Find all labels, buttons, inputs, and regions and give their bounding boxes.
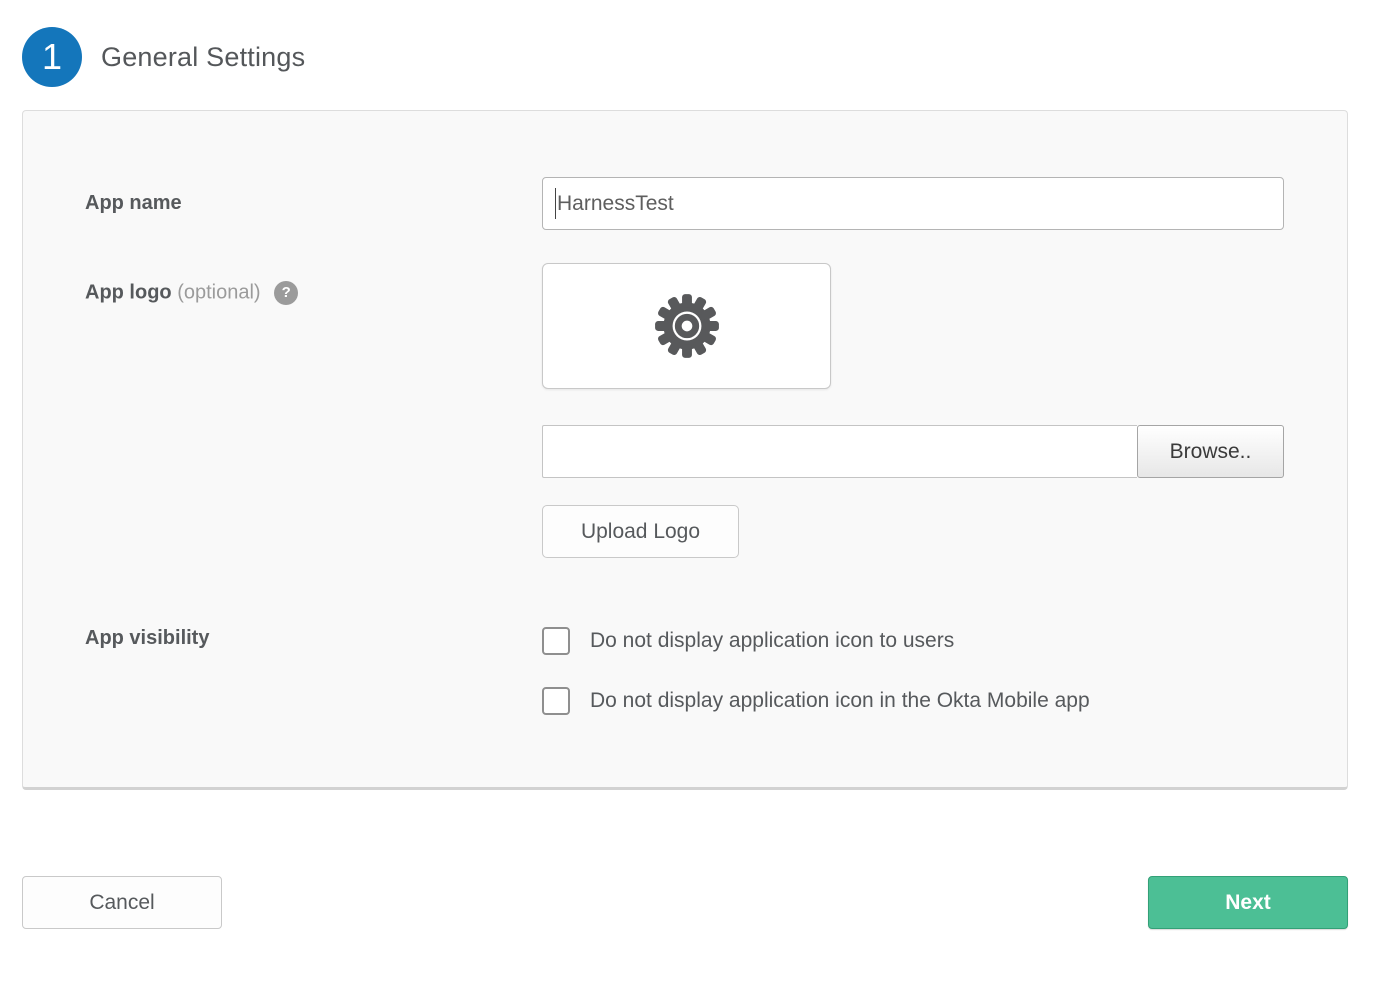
general-settings-page: 1 General Settings App name App logo (op… [0,0,1388,929]
app-visibility-label: App visibility [23,627,542,715]
logo-preview-box [542,263,831,389]
visibility-option-users[interactable]: Do not display application icon to users [542,627,1090,655]
question-mark-icon[interactable]: ? [274,281,298,305]
logo-file-path-field[interactable] [542,425,1137,478]
wizard-footer: Cancel Next [22,876,1348,929]
gear-icon [649,288,725,364]
app-name-input[interactable] [542,177,1284,230]
step-number-badge: 1 [22,27,82,87]
app-logo-label: App logo (optional) ? [23,263,542,389]
checkbox-hide-icon-users[interactable] [542,627,570,655]
cancel-button[interactable]: Cancel [22,876,222,929]
app-name-row: App name [23,177,1347,230]
browse-button[interactable]: Browse.. [1137,425,1284,478]
general-settings-panel: App name App logo (optional) ? [22,110,1348,790]
page-title: General Settings [101,42,305,73]
visibility-option-okta-mobile[interactable]: Do not display application icon in the O… [542,687,1090,715]
text-caret [555,188,556,219]
step-header: 1 General Settings [22,27,1388,87]
upload-logo-button[interactable]: Upload Logo [542,505,739,558]
checkbox-hide-icon-okta-mobile[interactable] [542,687,570,715]
app-logo-row: App logo (optional) ? [23,263,1347,389]
checkbox-label[interactable]: Do not display application icon to users [590,629,954,653]
checkbox-label[interactable]: Do not display application icon in the O… [590,689,1090,713]
app-name-label: App name [23,177,542,230]
visibility-options: Do not display application icon to users… [542,627,1090,715]
next-button[interactable]: Next [1148,876,1348,929]
optional-note: (optional) [177,281,260,303]
app-visibility-row: App visibility Do not display applicatio… [23,627,1347,715]
logo-file-picker: Browse.. [542,425,1284,478]
